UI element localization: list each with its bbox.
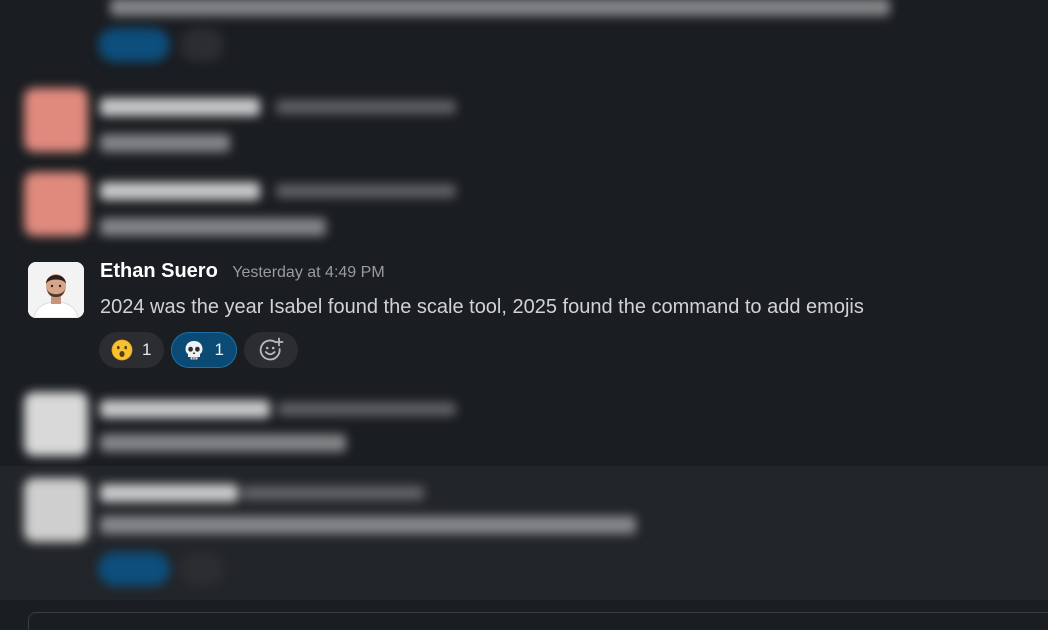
face-with-open-mouth-icon	[111, 339, 133, 361]
reaction-count: 1	[142, 340, 152, 359]
sender-name[interactable]: Ethan Suero	[100, 260, 218, 282]
add-reaction-button[interactable]	[243, 332, 298, 368]
message-timestamp[interactable]: Yesterday at 4:49 PM	[232, 264, 384, 281]
skull-icon	[185, 341, 203, 360]
reactions-bar: 1 1	[99, 332, 298, 368]
reaction-skull[interactable]: 1	[171, 332, 237, 368]
message[interactable]: Ethan Suero Yesterday at 4:49 PM 2024 wa…	[0, 256, 1048, 376]
blurred-message-row	[0, 470, 1048, 600]
avatar[interactable]	[28, 262, 84, 318]
add-emoji-icon	[259, 337, 284, 361]
message-text: 2024 was the year Isabel found the scale…	[100, 296, 864, 318]
blurred-message-row	[0, 0, 1048, 78]
blurred-message-row	[0, 386, 1048, 466]
message-composer[interactable]	[28, 612, 1048, 630]
blurred-message-row	[0, 168, 1048, 248]
user-photo-icon	[28, 262, 84, 318]
message-header: Ethan Suero Yesterday at 4:49 PM	[100, 260, 385, 283]
reaction-count: 1	[214, 340, 224, 359]
reaction-surprised[interactable]: 1	[99, 332, 165, 368]
chat-message-list: Ethan Suero Yesterday at 4:49 PM 2024 wa…	[0, 0, 1048, 630]
blurred-message-row	[0, 84, 1048, 164]
